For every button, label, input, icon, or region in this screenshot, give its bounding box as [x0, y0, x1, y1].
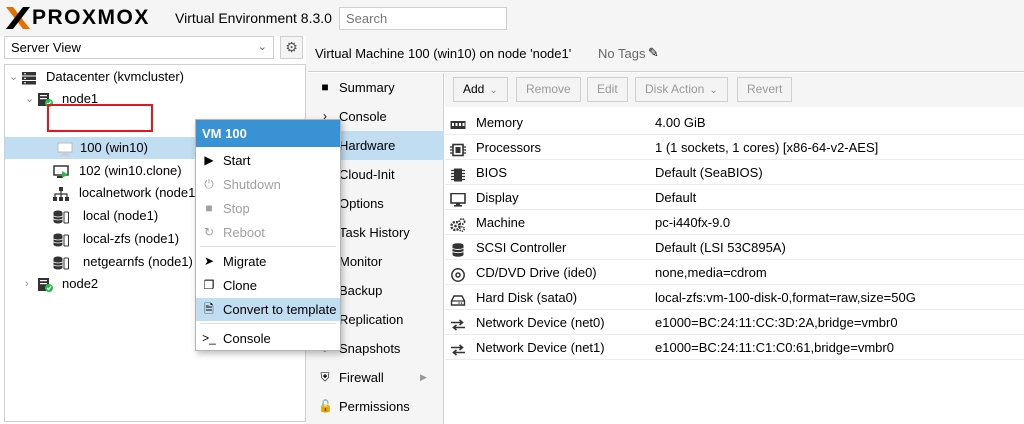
proxmox-x-icon [6, 7, 30, 29]
shield-icon: ⛨ [320, 370, 330, 384]
menu-item-shutdown[interactable]: ⏻ Shutdown [196, 173, 340, 196]
menu-item-reboot[interactable]: ↻ Reboot [196, 221, 340, 244]
collapse-icon[interactable]: ⌄ [9, 66, 18, 88]
menu-item-convert-to-template[interactable]: 🗎 Convert to template [196, 298, 340, 321]
tree-item-label: netgearnfs (node1) [83, 254, 193, 269]
hardware-toolbar: Add ⌄ Remove Edit Disk Action ⌄ Revert [445, 73, 1024, 107]
context-menu-title: VM 100 [196, 120, 340, 147]
storage-icon [53, 255, 69, 270]
vm-context-menu: VM 100 ▶ Start ⏻ Shutdown ■ Stop ↻ Reboot ➤ M… [195, 119, 341, 351]
product-version: Virtual Environment 8.3.0 [175, 10, 332, 26]
display-icon [450, 190, 466, 207]
terminal-icon: >_ [202, 331, 216, 345]
add-button[interactable]: Add ⌄ [453, 77, 508, 102]
nav-firewall[interactable]: ⛨ Firewall ▶ [308, 363, 444, 392]
cpu-icon [450, 140, 466, 157]
remove-button[interactable]: Remove [516, 77, 581, 102]
vm-running-icon [53, 164, 69, 178]
tags-label[interactable]: No Tags [598, 46, 645, 61]
chevron-down-icon: ⌄ [257, 41, 267, 53]
table-row[interactable]: CD/DVD Drive (ide0) none,media=cdrom [445, 260, 1024, 285]
database-icon [450, 240, 466, 257]
table-row[interactable]: Hard Disk (sata0) local-zfs:vm-100-disk-0… [445, 285, 1024, 310]
table-row[interactable]: Processors 1 (1 sockets, 1 cores) [x86-64… [445, 135, 1024, 160]
tree-item-label: Datacenter (kvmcluster) [46, 69, 184, 84]
proxmox-logo[interactable]: PROXMOX [6, 7, 150, 29]
unlock-icon: 🔓 [318, 399, 333, 413]
file-icon: 🗎 [204, 302, 214, 316]
brand-name: PROXMOX [32, 6, 150, 29]
menu-item-migrate[interactable]: ➤ Migrate [196, 250, 340, 273]
memory-icon [450, 115, 466, 129]
storage-icon [53, 232, 69, 247]
clone-icon: ❐ [203, 278, 215, 292]
table-row[interactable]: SCSI Controller Default (LSI 53C895A) [445, 235, 1024, 260]
refresh-icon: ↻ [203, 225, 215, 239]
search-input[interactable] [339, 7, 507, 30]
book-icon: ■ [321, 80, 329, 94]
revert-button[interactable]: Revert [737, 77, 793, 102]
collapse-icon[interactable]: ⌄ [25, 88, 34, 110]
table-row[interactable]: Network Device (net1) e1000=BC:24:11:C1:C… [445, 335, 1024, 360]
play-icon: ▶ [204, 153, 214, 167]
top-bar: PROXMOX Virtual Environment 8.3.0 [0, 0, 1024, 36]
tree-item-label: node2 [62, 276, 99, 291]
cdrom-icon [450, 265, 466, 282]
chevron-down-icon: ⌄ [709, 85, 718, 96]
menu-item-stop[interactable]: ■ Stop [196, 197, 340, 220]
chevron-down-icon: ⌄ [489, 85, 498, 96]
gear-icon: ⚙ [285, 39, 298, 55]
storage-icon [53, 209, 69, 224]
menu-item-console[interactable]: >_ Console [196, 327, 340, 350]
exchange-icon [450, 340, 466, 356]
power-icon: ⏻ [204, 177, 214, 191]
tree-item-label: localnetwork (node1 [79, 185, 196, 200]
table-row[interactable]: BIOS Default (SeaBIOS) [445, 160, 1024, 185]
expand-icon[interactable]: › [25, 273, 29, 295]
chevron-right-icon[interactable]: ▶ [420, 363, 427, 392]
disk-action-button[interactable]: Disk Action ⌄ [635, 77, 728, 102]
nav-permissions[interactable]: 🔓 Permissions [308, 392, 444, 421]
tree-item-label: local-zfs (node1) [83, 231, 180, 246]
datacenter-icon [21, 70, 37, 85]
highlight-box [47, 104, 153, 132]
exchange-icon [450, 315, 466, 331]
content-panel: Virtual Machine 100 (win10) on node 'nod… [308, 36, 1024, 424]
tree-item-label: 102 (win10.clone) [79, 163, 182, 178]
tree-item-label: local (node1) [83, 208, 159, 223]
table-row[interactable]: Network Device (net0) e1000=BC:24:11:CC:3… [445, 310, 1024, 335]
stop-icon: ■ [205, 201, 213, 215]
hdd-icon [450, 290, 466, 306]
network-icon [53, 186, 69, 201]
table-row[interactable]: Display Default [445, 185, 1024, 210]
tree-item-label: 100 (win10) [80, 140, 148, 155]
tree-item-datacenter[interactable]: ⌄ Datacenter (kvmcluster) [5, 66, 305, 88]
view-selector-value: Server View [11, 40, 81, 55]
nav-summary[interactable]: ■ Summary [308, 73, 444, 102]
cogs-icon [450, 215, 466, 233]
page-title: Virtual Machine 100 (win10) on node 'nod… [315, 46, 572, 61]
vm-icon [57, 141, 73, 156]
menu-divider [200, 323, 336, 324]
pencil-icon[interactable]: ✎ [648, 45, 659, 61]
menu-divider [200, 246, 336, 247]
table-row[interactable]: Memory 4.00 GiB [445, 110, 1024, 135]
edit-button[interactable]: Edit [587, 77, 628, 102]
menu-item-start[interactable]: ▶ Start [196, 149, 340, 172]
table-row[interactable]: Machine pc-i440fx-9.0 [445, 210, 1024, 235]
microchip-icon [450, 165, 466, 182]
tree-settings-button[interactable]: ⚙ [280, 36, 303, 59]
node-online-icon [37, 277, 53, 292]
vm-title-bar: Virtual Machine 100 (win10) on node 'nod… [308, 36, 1024, 72]
menu-item-clone[interactable]: ❐ Clone [196, 274, 340, 297]
send-icon: ➤ [203, 254, 215, 268]
view-selector[interactable]: Server View ⌄ [4, 36, 274, 59]
